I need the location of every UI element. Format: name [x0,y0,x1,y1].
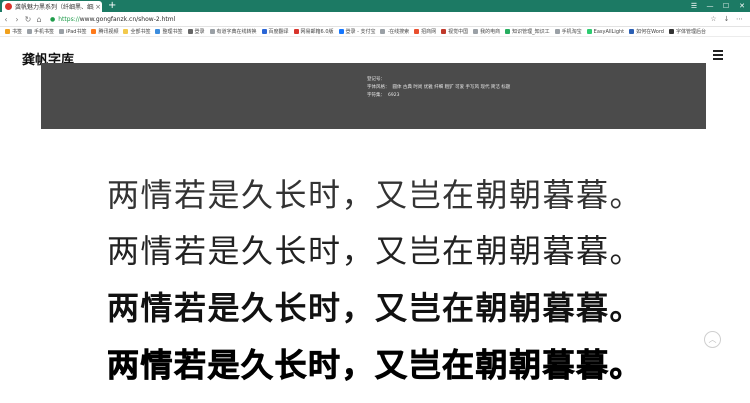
bookmark-item[interactable]: 手机书签 [27,28,54,35]
page-icon [187,29,193,34]
bookmark-item[interactable]: 全部书签 [123,28,150,35]
page-icon [380,29,386,34]
star-icon[interactable]: ☆ [707,15,720,23]
bookmark-item[interactable]: EasyAllLight [586,29,624,35]
folder-icon [27,29,33,34]
lock-icon: ● [50,15,56,23]
translate-icon [261,29,267,34]
new-tab-button[interactable]: + [108,1,116,11]
folder-icon [123,29,129,34]
folder-icon [59,29,65,34]
registration-row: 登记号： [367,77,385,82]
page-icon [441,29,447,34]
back-button[interactable]: ‹ [1,15,11,24]
font-info: 登记号： 字体风格： 圆体 古典 时尚 优雅 纤细 粗犷 可爱 手写风 现代 简洁… [367,76,510,100]
page-icon [629,29,635,34]
bookmark-item[interactable]: 百度翻译 [261,28,289,35]
page-icon [505,29,511,34]
forward-button[interactable]: › [12,15,22,24]
url-text: www.gongfanzk.cn/show-2.html [79,15,176,23]
bookmark-item[interactable]: 如何在Word [629,28,664,35]
bookmark-item[interactable]: ·在线搜索 [380,28,409,35]
minimize-button[interactable]: — [702,0,718,12]
reload-button[interactable]: ↻ [23,15,33,24]
window-controls: ☰ — ☐ ✕ [686,0,750,12]
tab-close-icon[interactable]: × [94,3,102,11]
charset-row: 字符集： 6923 [367,93,400,98]
bookmark-item[interactable]: 手机淘宝 [554,28,582,35]
page-icon [668,29,674,34]
sample-line-heavy: 两情若是久长时，又岂在朝朝暮暮。 [107,346,644,385]
style-row: 字体风格： 圆体 古典 时尚 优雅 纤细 粗犷 可爱 手写风 现代 简洁 标题 [367,85,511,90]
sample-line-bold: 两情若是久长时，又岂在朝朝暮暮。 [107,289,644,327]
browser-tab[interactable]: 龚帆魅力黑系列（纤细黑、细黑、 × [2,1,102,12]
font-info-banner: 登记号： 字体风格： 圆体 古典 时尚 优雅 纤细 粗犷 可爱 手写风 现代 简洁… [41,63,706,129]
hamburger-menu-icon[interactable] [713,50,723,62]
back-to-top-button[interactable]: ︿ [704,331,721,348]
bookmark-item[interactable]: 有道字典在线转换 [209,28,257,35]
page-icon [586,29,592,34]
close-window-button[interactable]: ✕ [734,0,750,12]
page-icon [209,29,215,34]
toolbar-icons: ☆ ↓ ⋯ [707,15,746,23]
bookmark-item[interactable]: 登录 - 支付宝 [338,28,375,35]
bookmark-item[interactable]: 网易邮箱6.0版 [293,28,334,35]
bookmark-item[interactable]: 视觉中国 [441,28,468,35]
url-scheme: https:// [58,15,80,23]
alipay-icon [338,29,344,34]
menu-icon[interactable]: ☰ [686,0,702,12]
sample-line-light: 两情若是久长时，又岂在朝朝暮暮。 [107,232,644,270]
bookmark-item[interactable]: iPad书签 [59,28,86,35]
sample-line-thin: 两情若是久长时，又岂在朝朝暮暮。 [107,176,644,214]
bookmark-item[interactable]: 整理书签 [155,28,183,35]
bookmark-item[interactable]: 知识管理_知识工 [505,28,550,35]
tab-title: 龚帆魅力黑系列（纤细黑、细黑、 [15,4,94,11]
bookmark-item[interactable]: 字体管理后台 [668,28,706,35]
settings-icon [155,29,161,34]
extensions-icon[interactable]: ⋯ [733,15,746,23]
home-button[interactable]: ⌂ [34,15,44,24]
tab-bar: 龚帆魅力黑系列（纤细黑、细黑、 × + ☰ — ☐ ✕ [0,0,750,12]
video-icon [91,29,97,34]
address-bar[interactable]: ● https:// www.gongfanzk.cn/show-2.html [50,14,707,24]
site-favicon-icon [5,3,12,10]
page-icon [473,29,479,34]
maximize-button[interactable]: ☐ [718,0,734,12]
navigation-bar: ‹ › ↻ ⌂ ● https:// www.gongfanzk.cn/show… [0,12,750,27]
bookmark-item[interactable]: 登录 [187,28,205,35]
bookmark-item[interactable]: 书签 [5,28,22,35]
bookmark-item[interactable]: 腾讯视频 [91,28,118,35]
bookmark-item[interactable]: 我的电商 [473,28,500,35]
download-icon[interactable]: ↓ [720,15,733,23]
page-icon [414,29,420,34]
bookmarks-bar: 书签 手机书签 iPad书签 腾讯视频 全部书签 整理书签 登录 有道字典在线转… [0,27,750,37]
page-icon [554,29,560,34]
mail-icon [293,29,299,34]
bookmark-item[interactable]: 招商网 [414,28,436,35]
star-icon [5,29,10,34]
